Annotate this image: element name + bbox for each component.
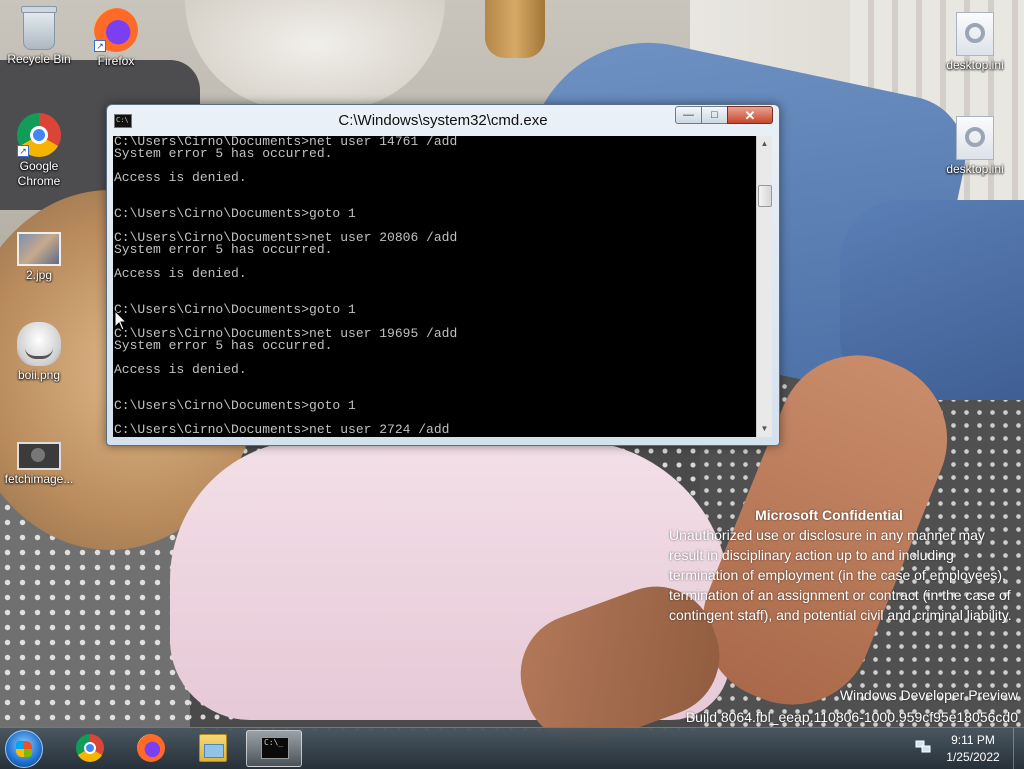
clock-time: 9:11 PM: [951, 733, 995, 747]
build-watermark: Windows Developer Preview Build 8064.fbl…: [686, 684, 1018, 728]
desktop-icon-google-chrome[interactable]: ↗ Google Chrome: [1, 113, 77, 189]
build-line-2: Build 8064.fbl_eeap.110806-1000.959cf95e…: [685, 709, 1018, 725]
settings-file-icon: [956, 116, 994, 160]
desktop-icon-label: 2.jpg: [25, 268, 53, 282]
taskbar: C:\_ 9:11 PM 1/25/2022: [0, 727, 1024, 769]
minimize-button[interactable]: —: [675, 106, 702, 124]
shortcut-arrow-icon: ↗: [94, 40, 106, 52]
start-button[interactable]: [5, 730, 43, 768]
desktop-icon-label: Firefox: [97, 54, 135, 68]
taskbar-cmd-button[interactable]: C:\_: [246, 730, 302, 767]
desktop-icon-label: desktop.ini: [946, 58, 1004, 72]
desktop-icon-label: fetchimage...: [4, 472, 74, 486]
network-icon[interactable]: [915, 740, 931, 754]
desktop-icon-firefox[interactable]: ↗ Firefox: [78, 8, 154, 69]
desktop-icon-label: desktop.ini: [946, 162, 1004, 176]
watermark-heading: Microsoft Confidential: [755, 507, 903, 523]
image-file-icon: [17, 232, 61, 266]
console-line: Access is denied.: [114, 362, 247, 377]
confidential-watermark: Microsoft Confidential Unauthorized use …: [669, 505, 1014, 625]
console-line: System error 5 has occurred.: [114, 338, 333, 353]
console-line: C:\Users\Cirno\Documents>goto 1: [114, 398, 356, 413]
chrome-icon: [76, 734, 104, 762]
image-file-icon: [17, 442, 61, 470]
chrome-icon: ↗: [17, 113, 61, 157]
desktop-icon-desktop-ini-2[interactable]: desktop.ini: [937, 116, 1013, 177]
desktop-icon-fetchimage[interactable]: fetchimage...: [1, 432, 77, 487]
console-output[interactable]: C:\Users\Cirno\Documents>net user 14761 …: [113, 136, 756, 437]
scroll-up-arrow-icon[interactable]: ▲: [757, 136, 772, 152]
desktop-icon-label: boii.png: [17, 368, 61, 382]
recycle-bin-icon: [21, 6, 57, 50]
console-line: C:\Users\Cirno\Documents>goto 1: [114, 206, 356, 221]
file-explorer-icon: [199, 734, 227, 762]
watermark-body: Unauthorized use or disclosure in any ma…: [669, 527, 1012, 623]
firefox-icon: [137, 734, 165, 762]
desktop-icon-boii-png[interactable]: boii.png: [1, 322, 77, 383]
image-file-icon: [17, 322, 61, 366]
desktop-icon-desktop-ini-1[interactable]: desktop.ini: [937, 12, 1013, 73]
console-line: C:\Users\Cirno\Documents>net user 2724 /…: [114, 422, 450, 437]
desktop-icon-2-jpg[interactable]: 2.jpg: [1, 226, 77, 283]
window-controls: — □ ✕: [675, 106, 773, 124]
show-desktop-button[interactable]: [1013, 728, 1024, 769]
firefox-icon: ↗: [94, 8, 138, 52]
console-line: Access is denied.: [114, 266, 247, 281]
cmd-titlebar[interactable]: C:\ C:\Windows\system32\cmd.exe — □ ✕: [107, 105, 779, 135]
cmd-icon: C:\_: [261, 737, 289, 759]
maximize-button[interactable]: □: [701, 106, 728, 124]
desktop-icon-label: Recycle Bin: [7, 52, 71, 66]
close-button[interactable]: ✕: [727, 106, 773, 124]
taskbar-firefox-button[interactable]: [123, 730, 179, 767]
mouse-cursor-icon: [114, 310, 128, 331]
console-line: Access is denied.: [114, 170, 247, 185]
shortcut-arrow-icon: ↗: [17, 145, 29, 157]
console-line: System error 5 has occurred.: [114, 146, 333, 161]
console-line: C:\Users\Cirno\Documents>goto 1: [114, 302, 356, 317]
settings-file-icon: [956, 12, 994, 56]
build-line-1: Windows Developer Preview: [839, 687, 1018, 703]
desktop-icon-recycle-bin[interactable]: Recycle Bin: [1, 6, 77, 67]
clock-date: 1/25/2022: [946, 750, 1000, 764]
cmd-window[interactable]: C:\ C:\Windows\system32\cmd.exe — □ ✕ C:…: [106, 104, 780, 446]
scroll-down-arrow-icon[interactable]: ▼: [757, 421, 772, 437]
console-line: System error 5 has occurred.: [114, 242, 333, 257]
desktop-icon-label: Google Chrome: [17, 159, 61, 188]
taskbar-explorer-button[interactable]: [185, 730, 241, 767]
system-clock[interactable]: 9:11 PM 1/25/2022: [938, 732, 1008, 766]
scrollbar-thumb[interactable]: [758, 185, 772, 207]
taskbar-chrome-button[interactable]: [62, 730, 118, 767]
vertical-scrollbar[interactable]: ▲ ▼: [756, 136, 772, 437]
